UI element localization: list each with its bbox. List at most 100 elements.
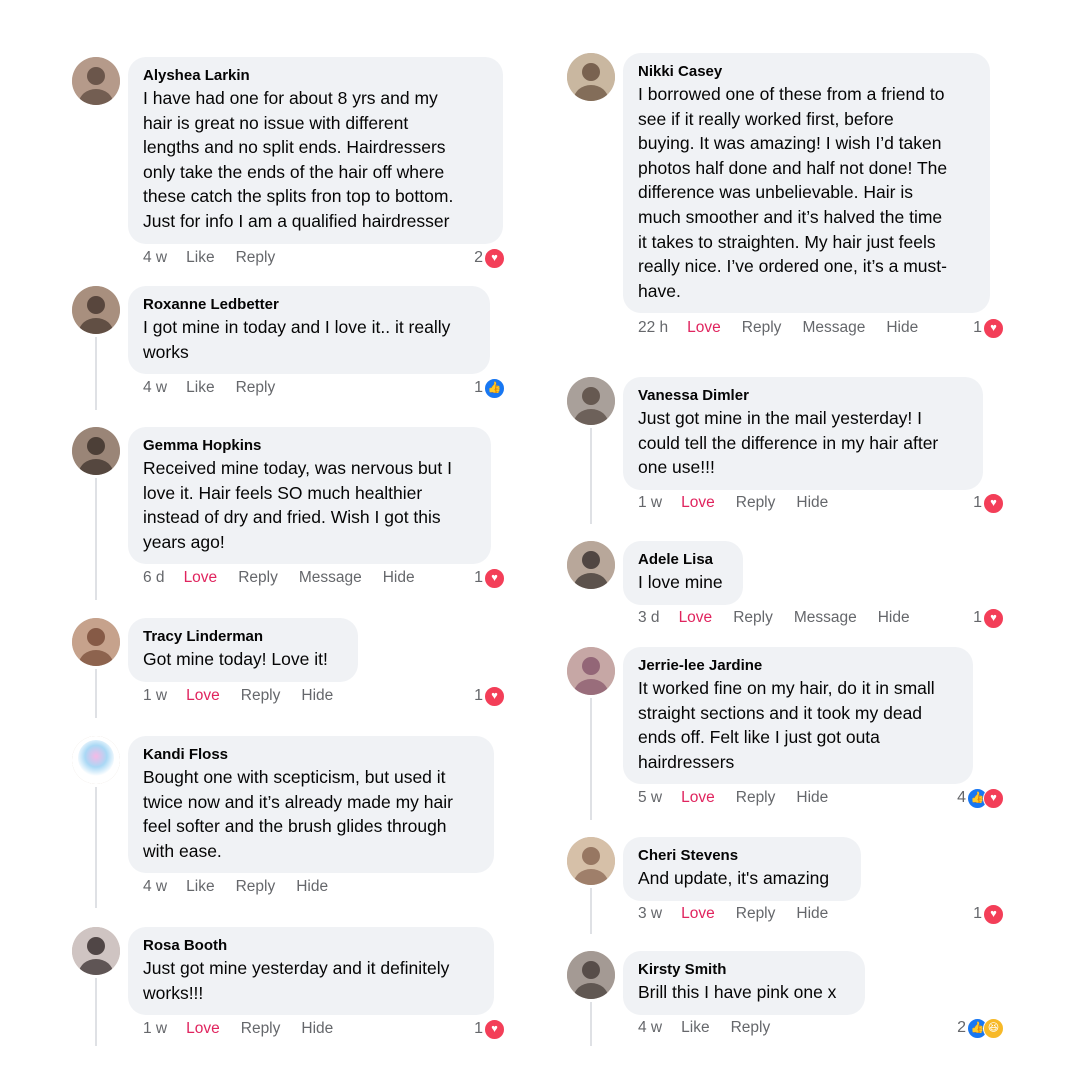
comment-bubble: Cheri Stevens And update, it's amazing: [623, 837, 861, 901]
love-button[interactable]: Love: [681, 905, 715, 922]
comment-actions: 5 w Love Reply Hide: [638, 787, 849, 809]
reaction-summary[interactable]: 2 👍 😆: [957, 1017, 1004, 1039]
reply-button[interactable]: Reply: [236, 379, 276, 396]
reaction-summary[interactable]: 4 👍 ♥: [957, 787, 1004, 809]
comment-author[interactable]: Nikki Casey: [638, 62, 976, 82]
avatar[interactable]: [567, 377, 615, 425]
comment-timestamp[interactable]: 4 w: [143, 878, 167, 895]
reply-button[interactable]: Reply: [736, 905, 776, 922]
love-button[interactable]: Love: [186, 687, 220, 704]
reply-thread-line: [95, 978, 97, 1046]
hide-button[interactable]: Hide: [878, 609, 910, 626]
comment-author[interactable]: Gemma Hopkins: [143, 436, 477, 456]
love-button[interactable]: Love: [186, 1020, 220, 1037]
reply-thread-line: [95, 787, 97, 908]
like-button[interactable]: Like: [186, 379, 214, 396]
reply-button[interactable]: Reply: [238, 569, 278, 586]
love-button[interactable]: Love: [184, 569, 218, 586]
comment-text: I love mine: [638, 572, 723, 592]
comment-timestamp[interactable]: 4 w: [638, 1019, 662, 1036]
comment-timestamp[interactable]: 5 w: [638, 789, 662, 806]
avatar[interactable]: [72, 618, 120, 666]
reaction-summary[interactable]: 1 ♥: [973, 903, 1004, 925]
like-button[interactable]: Like: [681, 1019, 709, 1036]
hide-button[interactable]: Hide: [796, 494, 828, 511]
comment-text: I borrowed one of these from a friend to…: [638, 84, 948, 301]
love-button[interactable]: Love: [679, 609, 713, 626]
comment-author[interactable]: Jerrie-lee Jardine: [638, 656, 959, 676]
love-button[interactable]: Love: [681, 494, 715, 511]
reaction-summary[interactable]: 1 👍: [474, 377, 505, 399]
hide-button[interactable]: Hide: [296, 878, 328, 895]
comment-bubble: Tracy Linderman Got mine today! Love it!: [128, 618, 358, 682]
reply-button[interactable]: Reply: [236, 878, 276, 895]
hide-button[interactable]: Hide: [301, 1020, 333, 1037]
comment-timestamp[interactable]: 3 w: [638, 905, 662, 922]
message-button[interactable]: Message: [794, 609, 857, 626]
avatar[interactable]: [72, 286, 120, 334]
comment-bubble: Nikki Casey I borrowed one of these from …: [623, 53, 990, 314]
reaction-summary[interactable]: 1 ♥: [973, 607, 1004, 629]
comment-author[interactable]: Cheri Stevens: [638, 846, 847, 866]
avatar[interactable]: [72, 57, 120, 105]
comment-author[interactable]: Adele Lisa: [638, 550, 729, 570]
reaction-summary[interactable]: 2 ♥: [474, 247, 505, 269]
reaction-summary[interactable]: 1 ♥: [474, 685, 505, 707]
reply-button[interactable]: Reply: [236, 249, 276, 266]
hide-button[interactable]: Hide: [796, 789, 828, 806]
reaction-summary[interactable]: 1 ♥: [973, 492, 1004, 514]
like-button[interactable]: Like: [186, 249, 214, 266]
hide-button[interactable]: Hide: [886, 319, 918, 336]
avatar[interactable]: [567, 951, 615, 999]
comment-author[interactable]: Vanessa Dimler: [638, 386, 969, 406]
hide-button[interactable]: Hide: [301, 687, 333, 704]
comment-timestamp[interactable]: 1 w: [143, 687, 167, 704]
comment-author[interactable]: Rosa Booth: [143, 936, 480, 956]
comment-timestamp[interactable]: 4 w: [143, 379, 167, 396]
love-reaction-icon: ♥: [983, 492, 1004, 514]
reply-thread-line: [590, 698, 592, 820]
love-button[interactable]: Love: [687, 319, 721, 336]
avatar[interactable]: [72, 427, 120, 475]
comment-author[interactable]: Roxanne Ledbetter: [143, 295, 476, 315]
love-reaction-icon: ♥: [983, 607, 1004, 629]
comment-author[interactable]: Tracy Linderman: [143, 627, 344, 647]
comment-timestamp[interactable]: 6 d: [143, 569, 165, 586]
avatar[interactable]: [567, 541, 615, 589]
reaction-count: 1: [973, 494, 982, 511]
comment-timestamp[interactable]: 4 w: [143, 249, 167, 266]
comment-bubble: Alyshea Larkin I have had one for about 8…: [128, 57, 503, 244]
message-button[interactable]: Message: [802, 319, 865, 336]
reply-button[interactable]: Reply: [241, 1020, 281, 1037]
reply-button[interactable]: Reply: [742, 319, 782, 336]
avatar[interactable]: [567, 837, 615, 885]
avatar[interactable]: [72, 927, 120, 975]
reply-button[interactable]: Reply: [733, 609, 773, 626]
avatar[interactable]: [567, 53, 615, 101]
comment-timestamp[interactable]: 3 d: [638, 609, 660, 626]
reply-button[interactable]: Reply: [736, 789, 776, 806]
comment-author[interactable]: Kandi Floss: [143, 745, 480, 765]
reaction-summary[interactable]: 1 ♥: [973, 317, 1004, 339]
comment-actions: 3 d Love Reply Message Hide: [638, 607, 931, 629]
comment-timestamp[interactable]: 22 h: [638, 319, 668, 336]
reply-button[interactable]: Reply: [736, 494, 776, 511]
comment-timestamp[interactable]: 1 w: [638, 494, 662, 511]
comment-author[interactable]: Kirsty Smith: [638, 960, 851, 980]
hide-button[interactable]: Hide: [796, 905, 828, 922]
comment-timestamp[interactable]: 1 w: [143, 1020, 167, 1037]
reaction-summary[interactable]: 1 ♥: [474, 1018, 505, 1040]
reply-button[interactable]: Reply: [731, 1019, 771, 1036]
reaction-summary[interactable]: 1 ♥: [474, 567, 505, 589]
comment-actions: 1 w Love Reply Hide: [638, 492, 849, 514]
comment-author[interactable]: Alyshea Larkin: [143, 66, 489, 86]
avatar[interactable]: [567, 647, 615, 695]
avatar[interactable]: [72, 736, 120, 784]
reply-button[interactable]: Reply: [241, 687, 281, 704]
message-button[interactable]: Message: [299, 569, 362, 586]
hide-button[interactable]: Hide: [383, 569, 415, 586]
like-button[interactable]: Like: [186, 878, 214, 895]
reply-thread-line: [95, 478, 97, 600]
reaction-count: 2: [474, 249, 483, 266]
love-button[interactable]: Love: [681, 789, 715, 806]
